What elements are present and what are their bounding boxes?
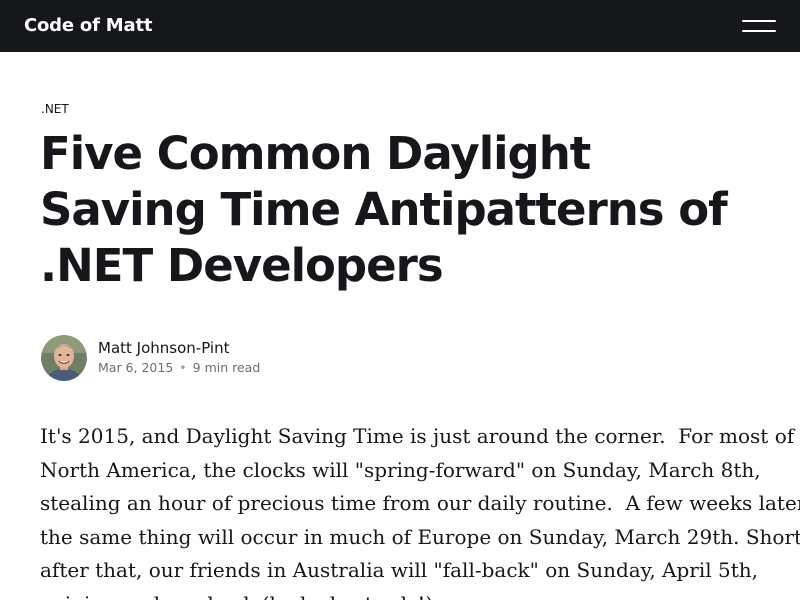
body-text-line: stealing an hour of precious time from o… xyxy=(40,491,800,515)
body-text-line: after that, our friends in Australia wil… xyxy=(40,558,758,582)
body-text-line: North America, the clocks will "spring-f… xyxy=(40,457,761,482)
site-logo-link[interactable]: Code of Matt xyxy=(24,14,152,38)
body-text-line: It's 2015, and Daylight Saving Time is j… xyxy=(40,424,795,448)
site-header: Code of Matt xyxy=(0,0,800,52)
article-body: It's 2015, and Daylight Saving Time is j… xyxy=(40,420,800,600)
body-text-line: the same thing will occur in much of Eur… xyxy=(40,524,800,549)
author-name-link[interactable]: Matt Johnson-Pint xyxy=(98,339,229,357)
byline-meta: Mar 6, 2015 • 9 min read xyxy=(98,360,260,376)
meta-separator: • xyxy=(179,360,187,375)
body-text-line: gaining an hour back (lucky bastards!). xyxy=(40,588,780,600)
author-avatar[interactable] xyxy=(41,335,87,381)
hamburger-menu-icon[interactable] xyxy=(742,18,776,34)
primary-tag-link[interactable]: .NET xyxy=(41,102,69,116)
publish-date: Mar 6, 2015 xyxy=(98,360,174,375)
author-avatar-photo xyxy=(41,335,87,381)
menu-line-bottom xyxy=(742,30,776,32)
read-time: 9 min read xyxy=(192,360,261,375)
article-title: Five Common Daylight Saving Time Antipat… xyxy=(40,127,728,292)
menu-line-top xyxy=(742,20,776,22)
